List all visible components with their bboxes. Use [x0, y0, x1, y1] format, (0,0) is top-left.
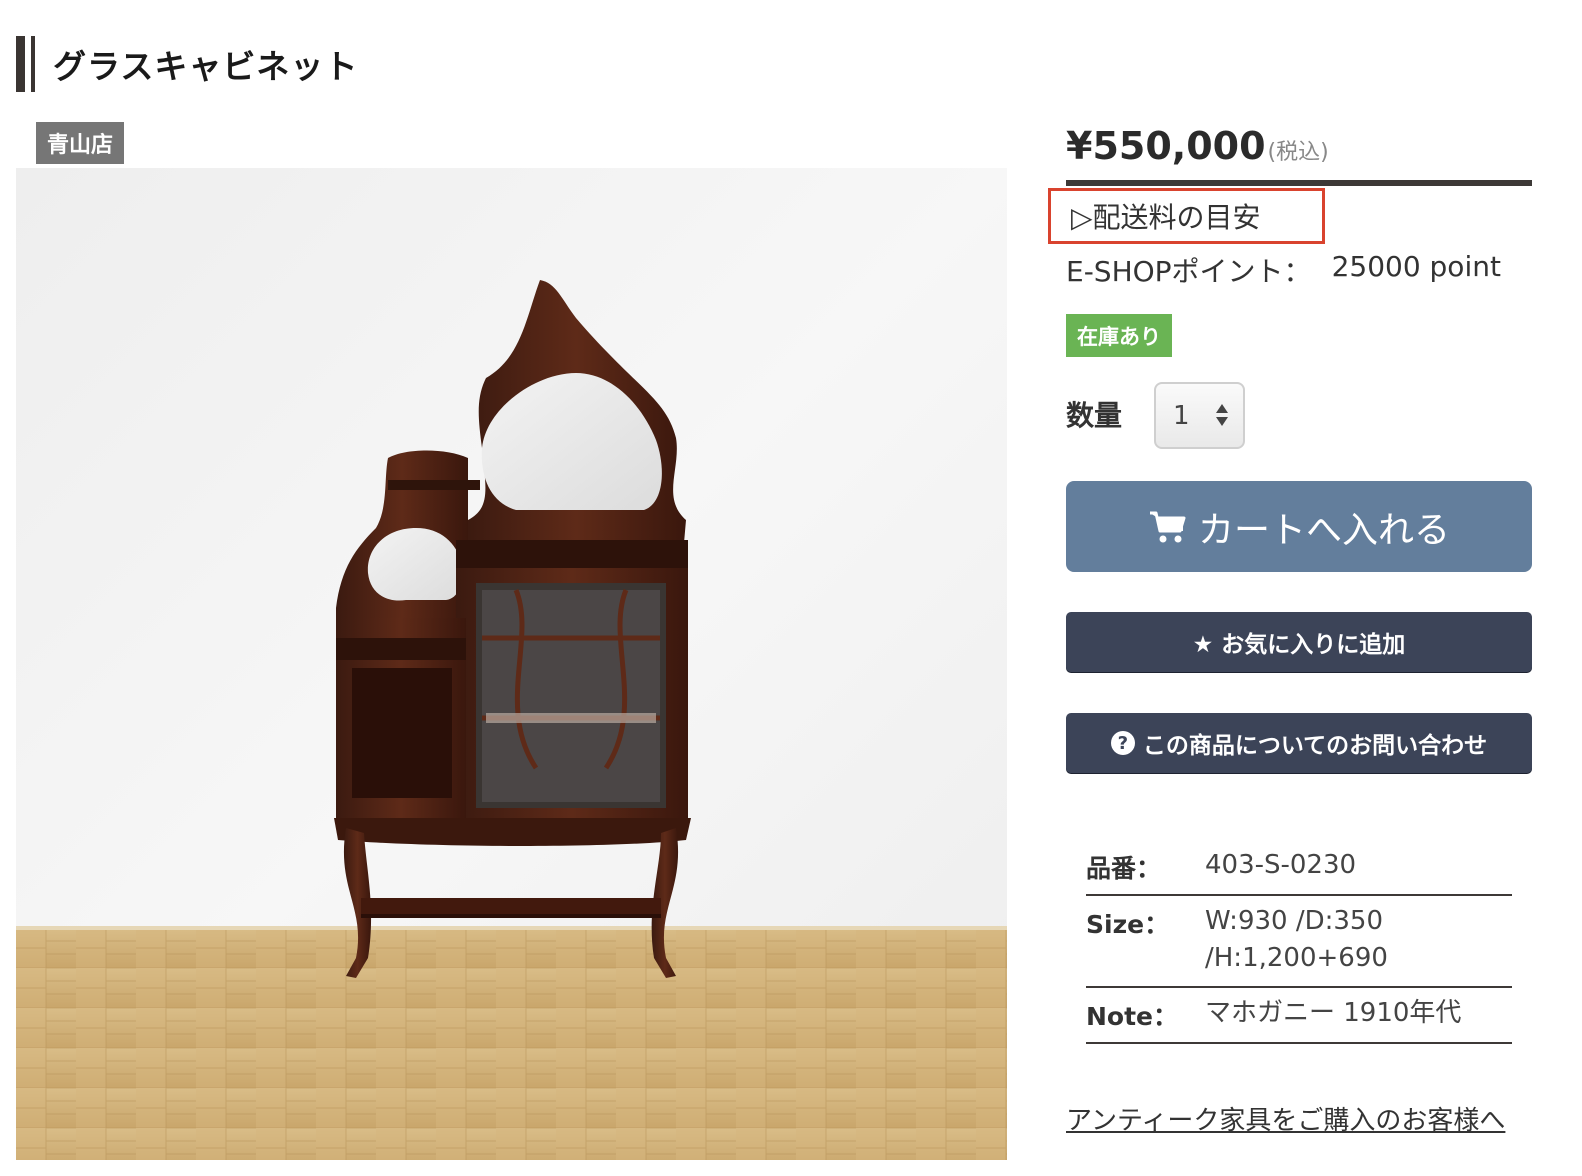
quantity-label: 数量 — [1066, 399, 1123, 432]
price-tax-note: (税込) — [1267, 140, 1329, 165]
stock-status-badge: 在庫あり — [1066, 314, 1172, 357]
price-row: ¥550,000 (税込) — [1066, 124, 1329, 168]
spec-value-line: 403-S-0230 — [1205, 850, 1357, 880]
spec-value-line: マホガニー 1910年代 — [1205, 998, 1462, 1028]
spec-value: W:930 /D:350 /H:1,200+690 — [1205, 903, 1512, 977]
product-inquiry-button[interactable]: ? この商品についてのお問い合わせ — [1066, 713, 1532, 773]
select-arrows-icon — [1216, 404, 1228, 426]
quantity-value: 1 — [1173, 400, 1190, 431]
spec-value: 403-S-0230 — [1205, 847, 1512, 885]
page-header: グラスキャビネット — [16, 36, 358, 92]
question-circle-icon: ? — [1110, 731, 1135, 755]
points-label: E-SHOPポイント： — [1066, 255, 1312, 288]
product-inquiry-label: この商品についてのお問い合わせ — [1142, 733, 1488, 759]
shipping-fee-link[interactable]: ▷配送料の目安 — [1048, 188, 1325, 244]
price: ¥550,000 — [1066, 124, 1266, 168]
spec-row-note: Note： マホガニー 1910年代 — [1086, 988, 1512, 1044]
product-title: グラスキャビネット — [53, 47, 359, 86]
antique-buyers-guide-link[interactable]: アンティーク家具をご購入のお客様へ — [1066, 1100, 1505, 1137]
spec-value: マホガニー 1910年代 — [1205, 995, 1512, 1033]
eshop-points: E-SHOPポイント： 25000 point — [1066, 250, 1501, 290]
spec-key: 品番： — [1086, 854, 1162, 883]
add-to-cart-label: カートへ入れる — [1197, 509, 1450, 551]
points-value: 25000 point — [1331, 250, 1501, 283]
add-to-favorites-button[interactable]: ★ お気に入りに追加 — [1066, 612, 1532, 672]
product-photo[interactable] — [16, 168, 1007, 1160]
add-to-favorites-label: ★ お気に入りに追加 — [1192, 632, 1406, 658]
store-badge: 青山店 — [36, 122, 125, 164]
title-accent-mark — [16, 36, 35, 92]
spec-row-size: Size： W:930 /D:350 /H:1,200+690 — [1086, 896, 1512, 988]
spec-key: Size： — [1086, 910, 1170, 939]
spec-key: Note： — [1086, 1002, 1179, 1031]
add-to-cart-button[interactable]: カートへ入れる — [1066, 481, 1532, 572]
spec-value-line: /H:1,200+690 — [1205, 943, 1388, 973]
spec-table: 品番： 403-S-0230 Size： W:930 /D:350 /H:1,2… — [1086, 840, 1512, 1044]
spec-row-item-number: 品番： 403-S-0230 — [1086, 840, 1512, 896]
product-page: グラスキャビネット 青山店 ¥550,000 (税込) ▷配送料の目安 E-SH… — [0, 0, 1582, 1176]
quantity-select[interactable]: 1 — [1154, 382, 1245, 449]
cart-icon — [1149, 511, 1186, 542]
price-divider — [1066, 180, 1532, 186]
glass-cabinet-photo — [16, 168, 1007, 1160]
spec-value-line: W:930 /D:350 — [1205, 906, 1384, 936]
